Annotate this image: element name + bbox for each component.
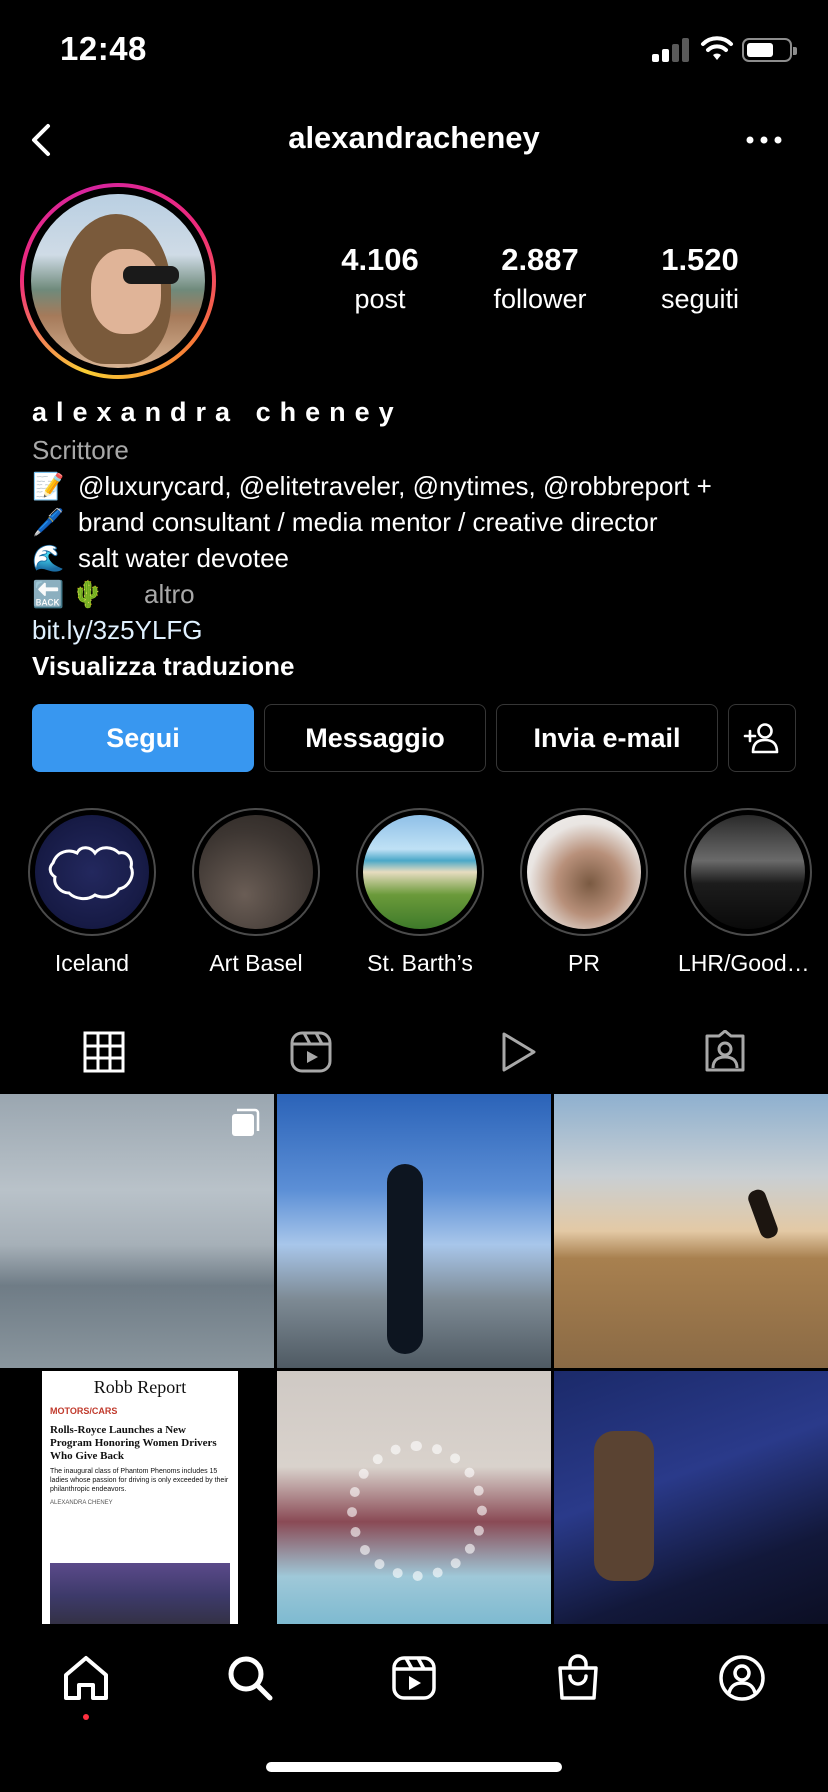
post-thumbnail[interactable]: Robb Report MOTORS/CARS Rolls-Royce Laun…: [0, 1371, 274, 1624]
reels-icon: [290, 1031, 331, 1073]
profile-stats: 4.106 post 2.887 follower 1.520 seguiti: [300, 242, 800, 322]
article-headline: Rolls-Royce Launches a New Program Honor…: [50, 1424, 217, 1462]
status-bar: 12:48: [0, 0, 828, 100]
tab-reels[interactable]: [207, 1010, 414, 1094]
post-thumbnail[interactable]: [277, 1371, 551, 1624]
highlight-label: PR: [568, 950, 600, 976]
nav-reels[interactable]: [384, 1648, 444, 1708]
grid-icon: [83, 1031, 124, 1073]
post-thumbnail[interactable]: [0, 1094, 274, 1368]
memo-emoji-icon: 📝: [32, 471, 65, 501]
highlight-label: LHR/Goodw...: [678, 950, 818, 976]
bio-line: 📝 @luxurycard, @elitetraveler, @nytimes, …: [32, 468, 812, 504]
highlight-art-basel[interactable]: Art Basel: [186, 808, 326, 977]
display-name: alexandra cheney: [32, 397, 403, 427]
highlight-pr[interactable]: PR: [514, 808, 654, 977]
highlight-label: Iceland: [54, 950, 130, 976]
back-cactus-emoji-icon: 🔙 🌵: [32, 579, 104, 609]
add-user-icon: [743, 723, 779, 754]
profile-actions: Segui Messaggio Invia e-mail: [32, 704, 828, 772]
stat-posts[interactable]: 4.106 post: [300, 242, 460, 315]
play-icon: [502, 1032, 535, 1072]
bio-line-text: brand consultant / media mentor / creati…: [78, 507, 658, 537]
battery-icon: [742, 38, 797, 62]
add-user-button[interactable]: [728, 704, 796, 772]
tab-videos[interactable]: [414, 1010, 621, 1094]
ellipsis-icon[interactable]: [740, 132, 790, 148]
bio-link[interactable]: bit.ly/3z5YLFG: [32, 612, 812, 648]
highlight-cover: [199, 815, 313, 929]
profile-bio: alexandra cheney Scrittore 📝 @luxurycard,…: [32, 394, 812, 684]
bio-line: 🖊️ brand consultant / media mentor / crea…: [32, 504, 812, 540]
highlight-cover: [527, 815, 641, 929]
bio-line: 🌊 salt water devotee: [32, 540, 812, 576]
bio-line-text: @luxurycard, @elitetraveler, @nytimes, @…: [78, 471, 712, 501]
story-highlights: Iceland Art Basel St. Barth’s PR LHR/Goo…: [0, 808, 828, 978]
stat-followers-label: follower: [493, 284, 587, 314]
search-icon: [228, 1656, 273, 1701]
tagged-icon: [705, 1030, 744, 1072]
article-preview: Robb Report MOTORS/CARS Rolls-Royce Laun…: [42, 1371, 238, 1624]
notification-dot: [83, 1714, 89, 1720]
stat-following[interactable]: 1.520 seguiti: [620, 242, 780, 315]
multiple-photos-icon: [232, 1108, 260, 1136]
pen-emoji-icon: 🖊️: [32, 507, 65, 537]
status-time: 12:48: [60, 30, 147, 67]
email-button[interactable]: Invia e-mail: [496, 704, 718, 772]
stat-posts-value: 4.106: [341, 242, 419, 277]
home-icon: [64, 1656, 108, 1700]
profile-category: Scrittore: [32, 435, 129, 465]
highlight-st-barths[interactable]: St. Barth’s: [350, 808, 490, 977]
profile-header: alexandracheney: [0, 110, 828, 170]
article-brand: Robb Report: [93, 1377, 187, 1397]
highlight-cover: [363, 815, 477, 929]
profile-tabs: [0, 1010, 828, 1096]
article-section: MOTORS/CARS: [50, 1406, 118, 1416]
see-translation-link[interactable]: Visualizza traduzione: [32, 648, 812, 684]
follow-button[interactable]: Segui: [32, 704, 254, 772]
posts-grid: Robb Report MOTORS/CARS Rolls-Royce Laun…: [0, 1094, 828, 1624]
stat-followers[interactable]: 2.887 follower: [460, 242, 620, 315]
iceland-map-icon: [48, 846, 134, 901]
stat-following-label: seguiti: [660, 284, 740, 314]
wifi-icon: [701, 36, 733, 60]
article-photo: [50, 1563, 230, 1624]
stat-posts-label: post: [354, 284, 406, 314]
tab-posts-grid[interactable]: [0, 1010, 207, 1096]
username-title: alexandracheney: [288, 120, 540, 155]
nav-search[interactable]: [220, 1648, 280, 1708]
highlight-cover: [35, 815, 149, 929]
nav-home[interactable]: [56, 1648, 116, 1708]
reels-icon: [392, 1656, 436, 1700]
post-thumbnail[interactable]: [277, 1094, 551, 1368]
article-author: ALEXANDRA CHENEY: [50, 1500, 113, 1506]
highlight-lhr-goodwood[interactable]: LHR/Goodw...: [678, 808, 818, 977]
nav-shop[interactable]: [548, 1648, 608, 1708]
cellular-signal-icon: [652, 38, 692, 62]
post-thumbnail[interactable]: [554, 1094, 828, 1368]
bio-more-link[interactable]: altro: [144, 579, 195, 609]
avatar-photo: [31, 194, 205, 368]
tab-tagged[interactable]: [621, 1010, 828, 1094]
wave-emoji-icon: 🌊: [32, 543, 65, 573]
avatar[interactable]: [20, 183, 216, 379]
bio-line-text: salt water devotee: [78, 543, 290, 573]
stat-following-value: 1.520: [661, 242, 739, 277]
shop-icon: [558, 1654, 598, 1700]
bio-line: 🔙 🌵 altro: [32, 576, 812, 612]
stat-followers-value: 2.887: [501, 242, 579, 277]
home-indicator[interactable]: [266, 1762, 562, 1772]
highlight-cover: [691, 815, 805, 929]
article-summary: The inaugural class of Phantom Phenoms i…: [50, 1468, 229, 1493]
message-button[interactable]: Messaggio: [264, 704, 486, 772]
highlight-iceland[interactable]: Iceland: [22, 808, 162, 977]
profile-icon: [719, 1655, 765, 1701]
highlight-label: Art Basel: [209, 950, 303, 976]
nav-profile[interactable]: [712, 1648, 772, 1708]
highlight-label: St. Barth’s: [367, 950, 473, 976]
post-thumbnail[interactable]: [554, 1371, 828, 1624]
